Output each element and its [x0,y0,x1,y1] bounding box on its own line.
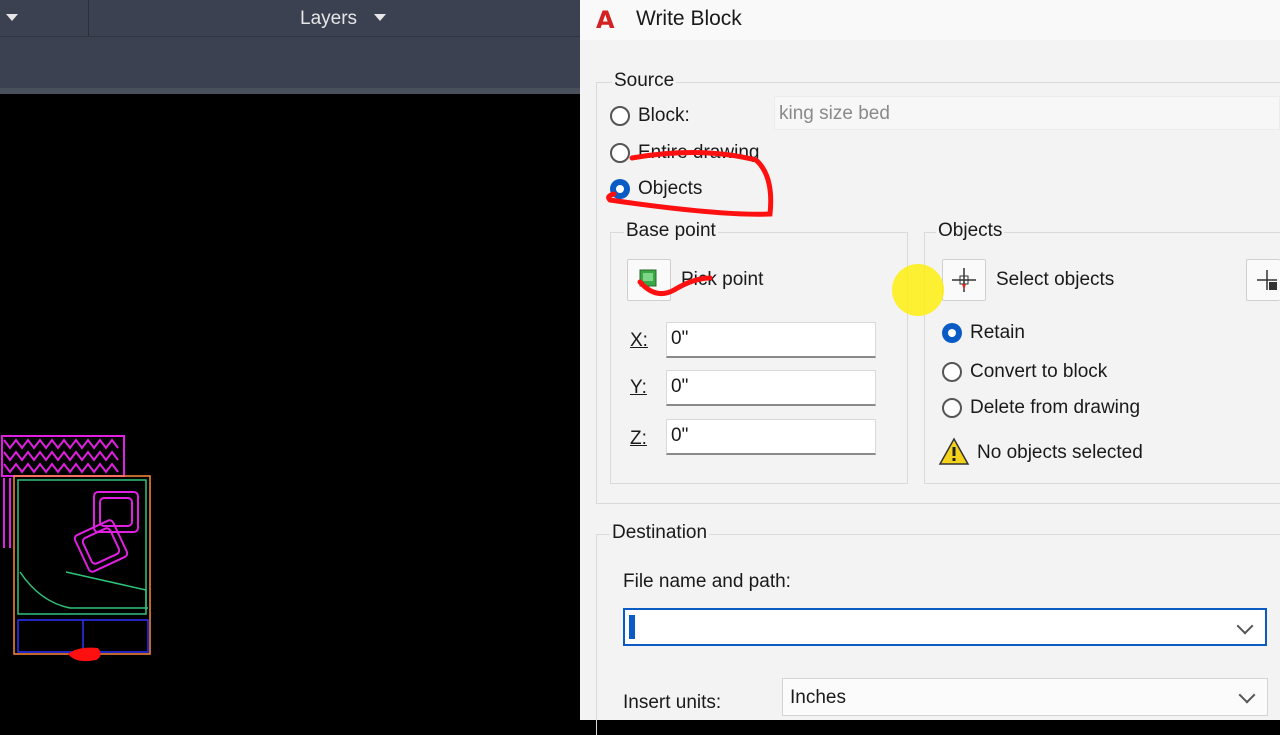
layers-dropdown-icon[interactable] [374,14,386,21]
drawing-canvas[interactable] [0,94,580,720]
cursor-highlight [892,264,944,316]
cad-toolbar: Layers [0,0,580,36]
bed-drawing [1,435,151,662]
annotation-layer [606,150,944,316]
toolbar-separator [88,0,89,36]
layers-panel-label[interactable]: Layers [300,8,357,30]
red-annotation-circle [606,150,774,217]
dropdown-caret-icon[interactable] [6,14,18,21]
write-block-dialog: A Write Block Source Block: king size be… [580,0,1280,735]
cad-ribbon-panel [0,36,580,89]
red-annotation-check [637,275,713,297]
